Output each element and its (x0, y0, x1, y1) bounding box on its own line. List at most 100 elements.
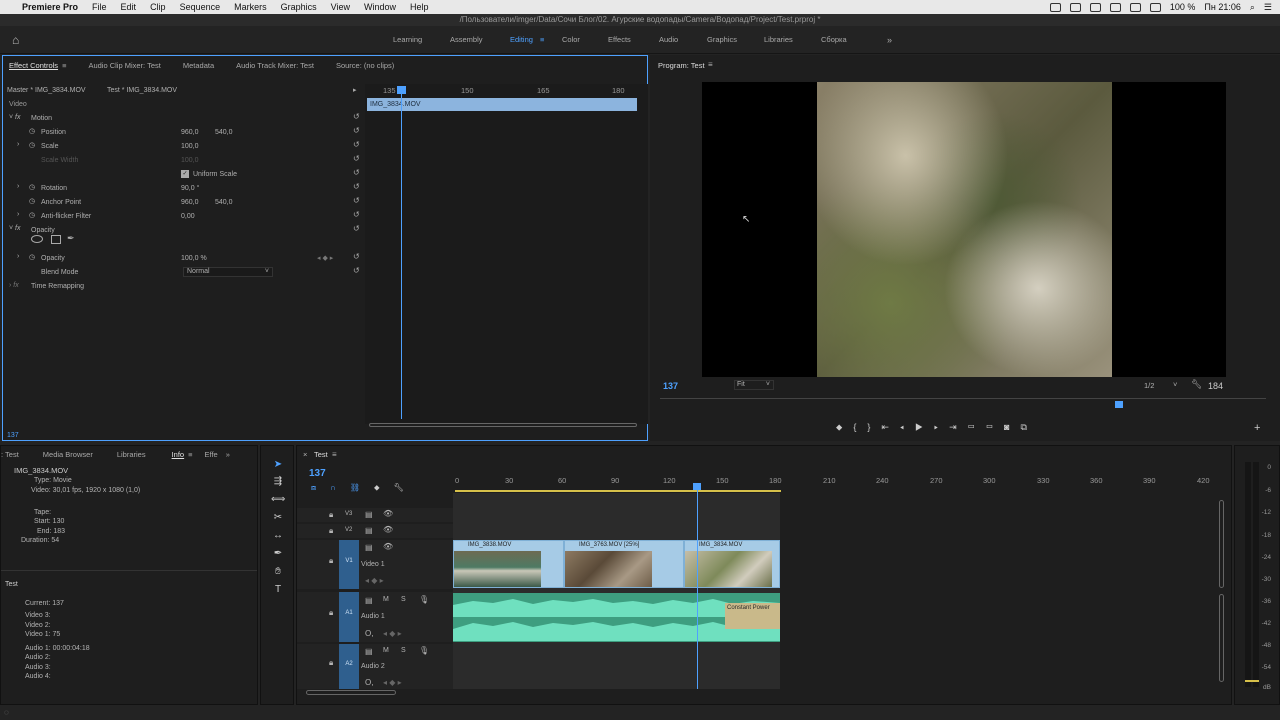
extract-icon[interactable]: ▭ (986, 422, 1004, 432)
video-clip[interactable]: IMG_3838.MOV (453, 540, 564, 588)
reset-rotation-icon[interactable]: ↺ (353, 182, 360, 191)
creative-cloud-icon[interactable] (1069, 2, 1081, 12)
sync-lock-icon[interactable]: ▤ (365, 526, 373, 535)
tab-effects[interactable]: Effe (205, 450, 218, 459)
ripple-edit-tool-icon[interactable]: ⟺ (271, 494, 285, 506)
eye-icon[interactable]: 👁︎ (383, 509, 393, 518)
menu-window[interactable]: Window (364, 2, 396, 12)
pen-tool-icon[interactable]: ✒ (271, 548, 285, 560)
tab-audio-track-mixer[interactable]: Audio Track Mixer: Test (236, 61, 314, 70)
panel-menu-icon[interactable]: ≡ (332, 450, 337, 459)
antiflicker-expand-icon[interactable]: › (17, 211, 19, 218)
position-x-value[interactable]: 960,0 (181, 129, 199, 136)
timeline-timecode[interactable]: 137 (309, 468, 326, 479)
resolution-value[interactable]: 1/2 (1144, 381, 1154, 390)
search-icon[interactable]: ⌕ (1250, 2, 1255, 13)
stopwatch-icon[interactable]: ◷ (29, 211, 35, 219)
stopwatch-icon[interactable]: ◷ (29, 127, 35, 135)
workspace-learning[interactable]: Learning (393, 35, 422, 44)
rotation-expand-icon[interactable]: › (17, 183, 19, 190)
menu-sequence[interactable]: Sequence (180, 2, 221, 12)
reset-blend-icon[interactable]: ↺ (353, 266, 360, 275)
scale-expand-icon[interactable]: › (17, 141, 19, 148)
lock-icon[interactable]: 🔒︎ (329, 608, 333, 618)
microphone-icon[interactable]: 🎙︎ (419, 595, 429, 604)
camera-icon[interactable]: ◙ (1004, 422, 1020, 432)
step-back-icon[interactable]: ◂ (900, 422, 915, 432)
pen-mask-icon[interactable]: ✒ (67, 233, 75, 244)
track-a2-source[interactable]: A2 (339, 644, 359, 689)
eye-icon[interactable]: 👁︎ (383, 542, 393, 551)
rotation-value[interactable]: 90,0 ° (181, 185, 199, 192)
workspace-effects[interactable]: Effects (608, 35, 631, 44)
slip-tool-icon[interactable]: ↔ (271, 530, 285, 542)
track-v2-label[interactable]: V2 (345, 527, 352, 533)
eye-icon[interactable]: 👁︎ (383, 525, 393, 534)
track-v1-source[interactable]: V1 (339, 540, 359, 589)
app-name[interactable]: Premiere Pro (22, 2, 78, 12)
razor-tool-icon[interactable]: ✂ (271, 512, 285, 524)
rectangle-mask-icon[interactable] (51, 235, 61, 244)
volume-knob-icon[interactable]: O, (365, 629, 373, 638)
program-timecode[interactable]: 137 (663, 381, 678, 391)
opacity-value[interactable]: 100,0 % (181, 255, 207, 262)
panel-menu-icon[interactable]: ≡ (62, 61, 66, 70)
mark-in-icon[interactable]: { (853, 422, 867, 432)
sync-lock-icon[interactable]: ▤ (365, 543, 373, 552)
mute-icon[interactable]: M (383, 596, 389, 603)
wrench-icon[interactable]: 🔧︎ (1191, 379, 1202, 390)
workspace-editing[interactable]: Editing (510, 35, 533, 44)
workspace-assembly[interactable]: Assembly (450, 35, 483, 44)
program-scrubber[interactable] (660, 398, 1266, 410)
reset-opacity-icon[interactable]: ↺ (353, 224, 360, 233)
workspace-sborka[interactable]: Сборка (821, 35, 847, 44)
home-icon[interactable]: ⌂ (12, 33, 19, 47)
playhead-handle[interactable] (1115, 401, 1123, 408)
play-audio-icon[interactable]: ▸ (353, 86, 357, 94)
video-clip[interactable]: IMG_3763.MOV [25%] (564, 540, 684, 588)
timeline-ruler[interactable]: 0 30 60 90 120 150 180 210 240 270 300 3… (455, 466, 1223, 492)
clock[interactable]: Пн 21:06 (1204, 2, 1240, 12)
timeline-playhead-handle[interactable] (693, 483, 701, 490)
step-forward-icon[interactable]: ▸ (934, 422, 949, 432)
cloud-icon[interactable] (1109, 2, 1121, 12)
tab-test[interactable]: : Test (1, 450, 19, 459)
track-a1-source[interactable]: A1 (339, 592, 359, 642)
audio-clip[interactable]: Constant Power (453, 593, 780, 642)
snap-icon[interactable]: ∩ (330, 483, 350, 492)
workspace-libraries[interactable]: Libraries (764, 35, 793, 44)
reset-opacity-value-icon[interactable]: ↺ (353, 252, 360, 261)
audio-tracks-scrollbar[interactable] (1219, 594, 1224, 682)
menu-view[interactable]: View (331, 2, 350, 12)
keyframe-nav-icon[interactable]: ◂ ◆ ▸ (317, 254, 333, 262)
position-y-value[interactable]: 540,0 (215, 129, 233, 136)
tab-media-browser[interactable]: Media Browser (43, 450, 93, 459)
keyframe-nav-icon[interactable]: ◂ ◆ ▸ (365, 576, 384, 585)
motion-fx-icon[interactable]: ˅ fx (9, 114, 21, 121)
menu-markers[interactable]: Markers (234, 2, 267, 12)
video-tracks-scrollbar[interactable] (1219, 500, 1224, 588)
lock-icon[interactable]: 🔒︎ (329, 658, 333, 668)
opacity-fx-icon[interactable]: ˅ fx (9, 225, 21, 232)
timeline-horizontal-scrollbar[interactable] (306, 690, 396, 695)
menu-edit[interactable]: Edit (121, 2, 137, 12)
fit-dropdown[interactable]: Fit ˅ (734, 380, 774, 390)
workspace-audio[interactable]: Audio (659, 35, 678, 44)
lock-icon[interactable]: 🔒︎ (329, 510, 333, 520)
sequence-clip-label[interactable]: Test * IMG_3834.MOV (107, 87, 177, 94)
mute-icon[interactable]: M (383, 647, 389, 654)
antiflicker-value[interactable]: 0,00 (181, 213, 195, 220)
track-v3-label[interactable]: V3 (345, 511, 352, 517)
lock-icon[interactable]: 🔒︎ (329, 556, 333, 566)
hand-tool-icon[interactable]: ✋︎ (271, 566, 285, 578)
more-tabs-icon[interactable]: » (226, 450, 230, 459)
chevron-down-icon[interactable]: ˅ (1173, 380, 1177, 389)
effect-timecode[interactable]: 137 (7, 432, 19, 439)
tab-audio-clip-mixer[interactable]: Audio Clip Mixer: Test (88, 61, 160, 70)
airplay-icon[interactable] (1129, 2, 1141, 12)
solo-icon[interactable]: S (401, 647, 406, 654)
menu-clip[interactable]: Clip (150, 2, 166, 12)
effect-timeline[interactable]: 135 150 165 180 IMG_3834.MOV (365, 84, 648, 427)
workspace-menu-icon[interactable]: ≡ (540, 35, 544, 44)
menu-graphics[interactable]: Graphics (281, 2, 317, 12)
